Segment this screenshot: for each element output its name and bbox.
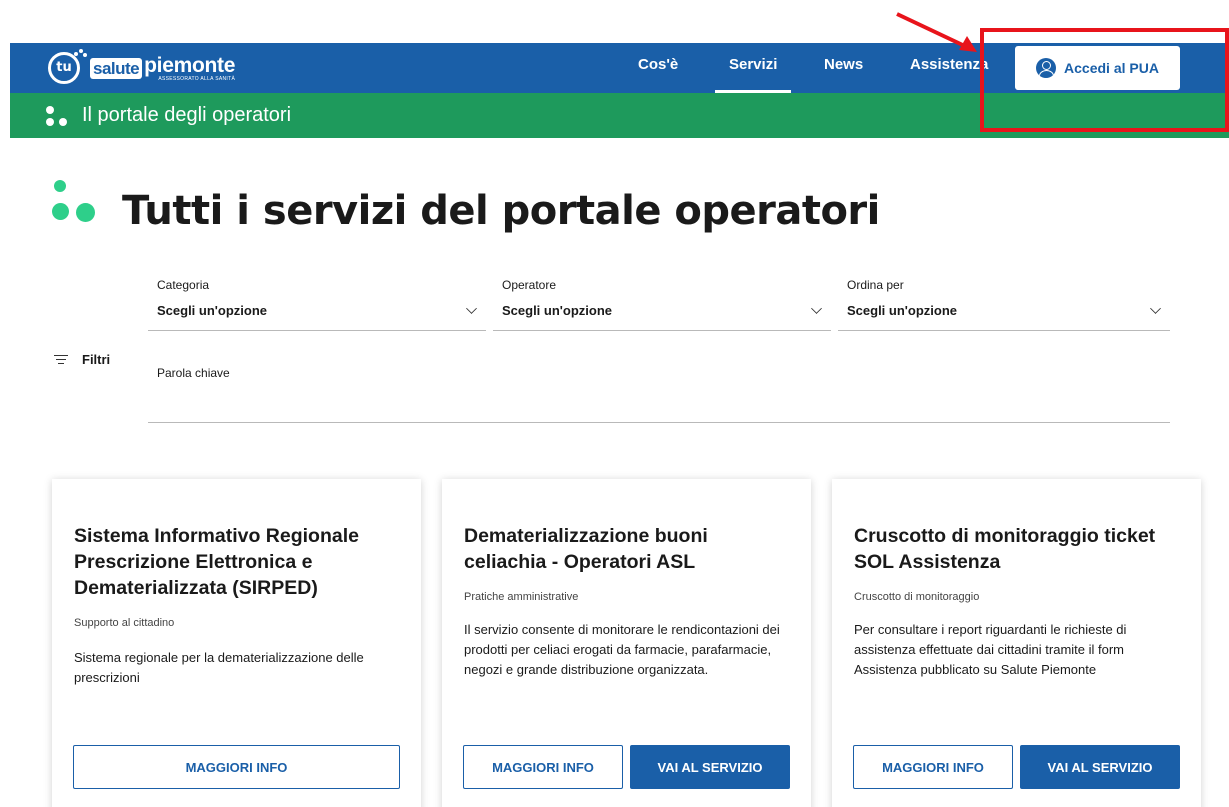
- logo-tu-text: tu: [56, 60, 72, 75]
- filter-lines-icon: [54, 354, 68, 366]
- filtri-toggle[interactable]: Filtri: [54, 352, 110, 367]
- card-category: Cruscotto di monitoraggio: [854, 591, 980, 603]
- logo-dots-icon: [74, 49, 87, 57]
- logo-subtitle: ASSESSORATO ALLA SANITÀ: [158, 75, 236, 82]
- logo-salute-text: salute: [90, 57, 143, 79]
- title-dots-icon: [50, 180, 110, 230]
- page-title: Tutti i servizi del portale operatori: [122, 188, 880, 234]
- keyword-input[interactable]: [157, 366, 457, 380]
- operatore-label: Operatore: [502, 278, 557, 292]
- maggiori-info-button[interactable]: MAGGIORI INFO: [463, 745, 623, 789]
- chevron-down-icon: [1150, 303, 1161, 314]
- chevron-down-icon: [466, 303, 477, 314]
- card-description: Sistema regionale per la dematerializzaz…: [74, 650, 364, 685]
- ordina-per-select[interactable]: Ordina per Scegli un'opzione: [838, 278, 1170, 331]
- nav-item-cose[interactable]: Cos'è: [638, 43, 678, 93]
- chevron-down-icon: [811, 303, 822, 314]
- card-title: Sistema Informativo Regionale Prescrizio…: [74, 525, 359, 599]
- operatore-select[interactable]: Operatore Scegli un'opzione: [493, 278, 831, 331]
- nav-item-servizi[interactable]: Servizi: [715, 43, 792, 93]
- categoria-value: Scegli un'opzione: [157, 303, 267, 318]
- vai-al-servizio-button[interactable]: VAI AL SERVIZIO: [1020, 745, 1180, 789]
- tu-logo-icon: tu: [48, 49, 87, 84]
- categoria-select[interactable]: Categoria Scegli un'opzione: [148, 278, 486, 331]
- card-title: Dematerializzazione buoni celiachia - Op…: [464, 525, 708, 573]
- maggiori-info-button[interactable]: MAGGIORI INFO: [73, 745, 400, 789]
- maggiori-info-button[interactable]: MAGGIORI INFO: [853, 745, 1013, 789]
- card-description: Per consultare i report riguardanti le r…: [854, 622, 1127, 677]
- portal-subtitle: Il portale degli operatori: [82, 104, 292, 126]
- operatore-value: Scegli un'opzione: [502, 303, 612, 318]
- ordina-per-value: Scegli un'opzione: [847, 303, 957, 318]
- card-category: Supporto al cittadino: [74, 617, 175, 629]
- keyword-field[interactable]: [148, 366, 1170, 423]
- card-description: Il servizio consente di monitorare le re…: [464, 622, 780, 677]
- categoria-label: Categoria: [157, 278, 210, 292]
- card-category: Pratiche amministrative: [464, 591, 579, 603]
- annotation-highlight: [980, 28, 1229, 132]
- service-card-cruscotto: Cruscotto di monitoraggio ticket SOL Ass…: [832, 479, 1201, 807]
- vai-al-servizio-button[interactable]: VAI AL SERVIZIO: [630, 745, 790, 789]
- salute-piemonte-logo[interactable]: tu salute piemonte ASSESSORATO ALLA SANI…: [48, 49, 235, 87]
- logo-piemonte-text: piemonte: [144, 53, 236, 77]
- filtri-label: Filtri: [82, 352, 111, 367]
- service-card-sirped: Sistema Informativo Regionale Prescrizio…: [52, 479, 421, 807]
- ordina-per-label: Ordina per: [847, 278, 904, 292]
- card-title: Cruscotto di monitoraggio ticket SOL Ass…: [854, 525, 1156, 573]
- nav-item-news[interactable]: News: [824, 43, 863, 93]
- dots-icon: [46, 104, 76, 128]
- service-card-celiachia: Dematerializzazione buoni celiachia - Op…: [442, 479, 811, 807]
